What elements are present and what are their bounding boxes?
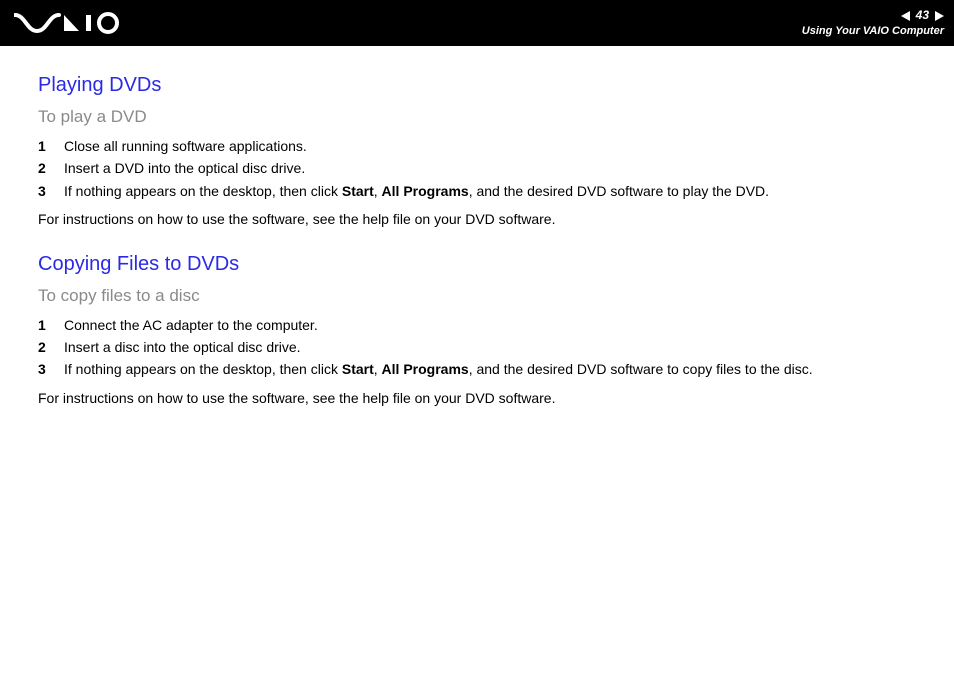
bold-text: Start (342, 183, 374, 199)
step-number: 2 (38, 336, 64, 358)
vaio-logo (14, 0, 124, 46)
header-bar: 43 Using Your VAIO Computer (0, 0, 954, 46)
step-number: 3 (38, 180, 64, 202)
step-number: 1 (38, 314, 64, 336)
step-item: 2 Insert a disc into the optical disc dr… (38, 336, 916, 358)
text-run: , and the desired DVD software to play t… (469, 183, 769, 199)
step-text: If nothing appears on the desktop, then … (64, 358, 916, 380)
text-run: If nothing appears on the desktop, then … (64, 361, 342, 377)
section-title: Copying Files to DVDs (38, 253, 916, 276)
prev-page-icon[interactable] (901, 11, 910, 21)
step-text: Insert a DVD into the optical disc drive… (64, 157, 916, 179)
step-item: 1 Close all running software application… (38, 135, 916, 157)
step-text: If nothing appears on the desktop, then … (64, 180, 916, 202)
section-title: Playing DVDs (38, 74, 916, 97)
bold-text: Start (342, 361, 374, 377)
bold-text: All Programs (382, 361, 469, 377)
text-run: , and the desired DVD software to copy f… (469, 361, 813, 377)
step-item: 3 If nothing appears on the desktop, the… (38, 180, 916, 202)
step-number: 3 (38, 358, 64, 380)
page-content: Playing DVDs To play a DVD 1 Close all r… (0, 46, 954, 409)
step-number: 1 (38, 135, 64, 157)
section-note: For instructions on how to use the softw… (38, 208, 916, 230)
section-name: Using Your VAIO Computer (802, 24, 944, 38)
next-page-icon[interactable] (935, 11, 944, 21)
step-text: Insert a disc into the optical disc driv… (64, 336, 916, 358)
bold-text: All Programs (382, 183, 469, 199)
section-subtitle: To play a DVD (38, 107, 916, 127)
step-text: Connect the AC adapter to the computer. (64, 314, 916, 336)
step-item: 3 If nothing appears on the desktop, the… (38, 358, 916, 380)
step-number: 2 (38, 157, 64, 179)
header-right: 43 Using Your VAIO Computer (802, 8, 944, 38)
section-note: For instructions on how to use the softw… (38, 387, 916, 409)
text-run: , (374, 183, 382, 199)
page-number: 43 (916, 8, 929, 24)
step-text: Close all running software applications. (64, 135, 916, 157)
step-list: 1 Connect the AC adapter to the computer… (38, 314, 916, 381)
text-run: If nothing appears on the desktop, then … (64, 183, 342, 199)
step-list: 1 Close all running software application… (38, 135, 916, 202)
step-item: 2 Insert a DVD into the optical disc dri… (38, 157, 916, 179)
section-subtitle: To copy files to a disc (38, 286, 916, 306)
step-item: 1 Connect the AC adapter to the computer… (38, 314, 916, 336)
text-run: , (374, 361, 382, 377)
